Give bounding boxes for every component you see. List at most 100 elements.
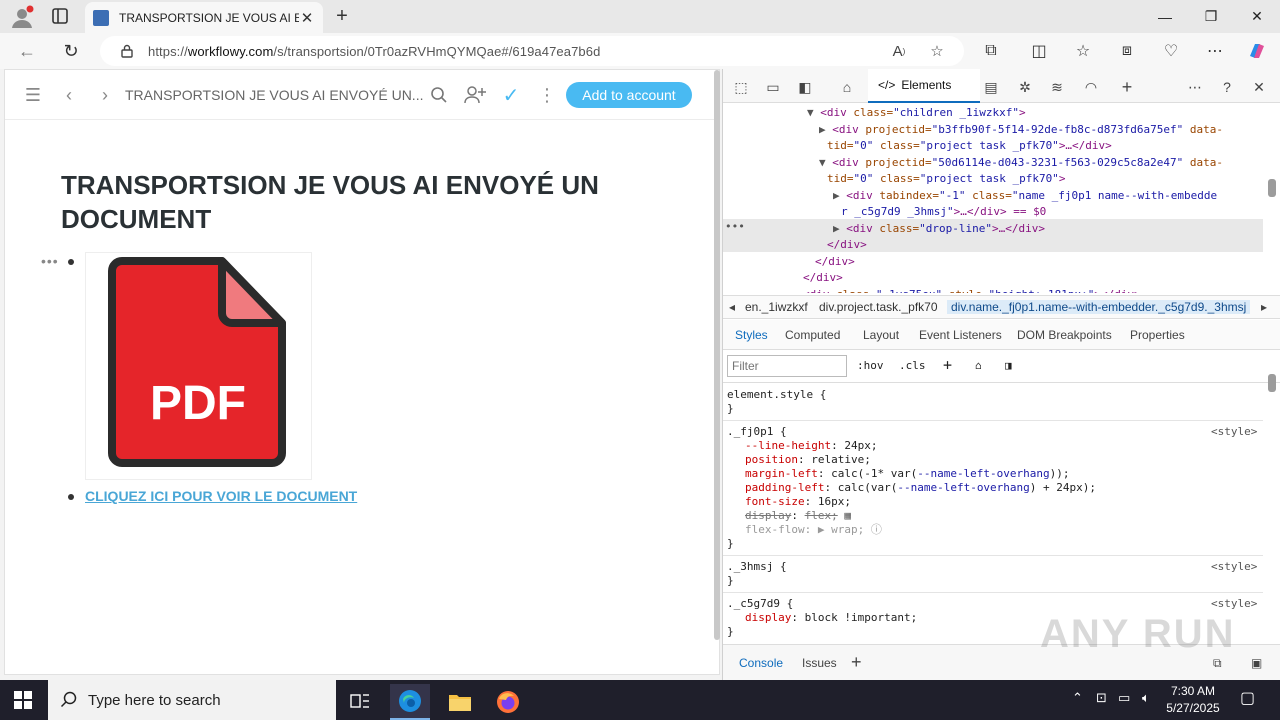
dom-node-line[interactable]: tid="0" class="project task _pfk70">…</d… — [827, 138, 1112, 154]
favorite-star-icon[interactable]: ☆ — [922, 36, 952, 66]
style-decl-inactive[interactable]: flex-flow: ▶ wrap; ⓘ — [745, 523, 882, 537]
taskbar-search-box[interactable]: Type here to search — [48, 680, 336, 720]
drawer-tab-console[interactable]: Console — [739, 656, 783, 670]
extensions-icon[interactable]: ⧉ — [978, 38, 1004, 64]
rule-selector-fj0p1[interactable]: ._fj0p1 {<style> — [727, 425, 1257, 439]
devtools-more-icon[interactable]: ⋯ — [1185, 77, 1205, 97]
browser-essentials-icon[interactable]: ♡ — [1158, 38, 1184, 64]
refresh-icon[interactable]: ↻ — [58, 38, 84, 64]
dom-node-line[interactable]: <div class="_1vs75eu" style="height: 181… — [803, 287, 1141, 294]
styles-filter-input[interactable] — [727, 355, 847, 377]
firefox-icon[interactable] — [488, 684, 528, 720]
breadcrumb[interactable]: TRANSPORTSION JE VOUS AI ENVOYÉ UN... — [125, 87, 423, 103]
subtab-dom-breakpoints[interactable]: DOM Breakpoints — [1017, 328, 1112, 342]
dom-node-line[interactable]: </div> — [827, 237, 867, 253]
bullet-menu-icon[interactable]: ••• — [41, 253, 59, 269]
favorites-icon[interactable]: ☆ — [1070, 38, 1096, 64]
subtab-event-listeners[interactable]: Event Listeners — [919, 328, 1002, 342]
sources-bug-icon[interactable]: ✲ — [1015, 77, 1035, 97]
dom-node-line[interactable]: </div> — [815, 254, 855, 270]
copilot-icon[interactable] — [1244, 38, 1270, 64]
back-icon[interactable]: ← — [14, 38, 40, 64]
hov-toggle[interactable]: :hov — [857, 359, 884, 372]
tab-actions-icon[interactable] — [50, 6, 70, 26]
rule-selector-c5g7d9[interactable]: ._c5g7d9 {<style> — [727, 597, 1257, 611]
tab-close-icon[interactable]: ✕ — [299, 9, 315, 27]
dom-node-line[interactable]: </div> — [803, 270, 843, 286]
notifications-icon[interactable]: ▢ — [1240, 688, 1255, 708]
toggle-sidebar-icon[interactable]: ◨ — [1005, 359, 1012, 372]
style-decl[interactable]: --line-height: 24px; — [745, 439, 877, 453]
welcome-home-icon[interactable]: ⌂ — [837, 77, 857, 97]
styles-pane[interactable]: element.style { } ._fj0p1 {<style> --lin… — [723, 384, 1263, 644]
crumb-item[interactable]: en._1iwzkxf — [745, 300, 808, 314]
dom-node-line[interactable]: ▶ <div projectid="b3ffb90f-5f14-92de-fb8… — [819, 122, 1223, 138]
dom-node-line[interactable]: ▶ <div tabindex="-1" class="name _fj0p1 … — [833, 188, 1217, 204]
checkmark-icon[interactable]: ✓ — [499, 83, 523, 107]
subtab-layout[interactable]: Layout — [863, 328, 899, 342]
dock-side-icon[interactable]: ◧ — [795, 77, 815, 97]
restore-icon[interactable]: ❐ — [1188, 0, 1234, 33]
subtab-computed[interactable]: Computed — [785, 328, 840, 342]
bullet-icon[interactable] — [68, 494, 74, 500]
read-aloud-icon[interactable]: A) — [884, 36, 914, 66]
profile-icon[interactable] — [10, 5, 34, 29]
close-drawer-icon[interactable]: ▣ — [1251, 656, 1262, 670]
undock-drawer-icon[interactable]: ⧉ — [1213, 656, 1222, 671]
close-devtools-icon[interactable]: ✕ — [1249, 77, 1269, 97]
style-decl[interactable]: padding-left: calc(var(--name-left-overh… — [745, 481, 1096, 495]
dom-scrollbar[interactable] — [1268, 179, 1276, 197]
tab-elements[interactable]: </> Elements — [868, 69, 980, 103]
style-decl-overridden[interactable]: display: flex; ▦ — [745, 509, 851, 523]
dom-node-line[interactable]: ▶ <div class="drop-line">…</div> — [833, 221, 1045, 237]
crumb-item[interactable]: div.project.task._pfk70 — [819, 300, 938, 314]
minimize-icon[interactable]: — — [1142, 0, 1188, 33]
network-icon[interactable]: ▭ — [1118, 690, 1130, 706]
more-vertical-icon[interactable]: ⋮ — [535, 83, 559, 107]
tray-overflow-icon[interactable]: ⌃ — [1072, 690, 1083, 706]
browser-tab-active[interactable]: TRANSPORTSION JE VOUS AI ENVOYÉ UN DOCUM… — [85, 2, 323, 33]
styles-scrollbar[interactable] — [1268, 374, 1276, 392]
cls-toggle[interactable]: .cls — [899, 359, 926, 372]
performance-icon[interactable]: ◠ — [1081, 77, 1101, 97]
style-decl[interactable]: position: relative; — [745, 453, 871, 467]
style-decl[interactable]: display: block !important; — [745, 611, 917, 625]
drawer-add-tab-icon[interactable]: + — [851, 652, 862, 673]
file-explorer-icon[interactable] — [440, 684, 480, 720]
flex-editor-icon[interactable]: ▦ — [844, 509, 851, 522]
inspect-element-icon[interactable]: ⬚ — [731, 77, 751, 97]
style-decl[interactable]: font-size: 16px; — [745, 495, 851, 509]
new-style-rule-icon[interactable]: + — [943, 356, 952, 374]
console-panel-icon[interactable]: ▤ — [981, 77, 1001, 97]
add-to-account-button[interactable]: Add to account — [566, 82, 692, 108]
windows-start-icon[interactable] — [14, 691, 32, 709]
info-icon[interactable]: ⓘ — [871, 523, 882, 536]
add-user-icon[interactable] — [463, 83, 487, 107]
tray-device-icon[interactable]: ⊡ — [1096, 690, 1107, 706]
dom-node-line[interactable]: r _c5g7d9 _3hmsj">…</div> == $0 — [841, 204, 1046, 220]
lock-icon[interactable] — [120, 44, 134, 58]
dom-node-line[interactable]: ▼ <div projectid="50d6114e-d043-3231-f56… — [819, 155, 1223, 171]
dom-node-line[interactable]: tid="0" class="project task _pfk70"> — [827, 171, 1065, 187]
device-emulation-icon[interactable]: ▭ — [763, 77, 783, 97]
close-window-icon[interactable]: ✕ — [1234, 0, 1280, 33]
volume-icon[interactable]: 🔈︎ — [1142, 690, 1150, 706]
subtab-properties[interactable]: Properties — [1130, 328, 1185, 342]
back-chevron-icon[interactable]: ‹ — [57, 83, 81, 107]
edge-taskbar-icon[interactable] — [390, 684, 430, 720]
address-bar[interactable]: https://workflowy.com/s/transportsion/0T… — [100, 36, 964, 66]
drawer-tab-issues[interactable]: Issues — [802, 656, 837, 670]
node-ellipsis-icon[interactable]: ••• — [725, 220, 745, 233]
style-decl[interactable]: margin-left: calc(-1* var(--name-left-ov… — [745, 467, 1070, 481]
view-document-link[interactable]: CLIQUEZ ICI POUR VOIR LE DOCUMENT — [85, 488, 357, 504]
page-scrollbar[interactable] — [714, 70, 720, 640]
search-icon[interactable] — [427, 83, 451, 107]
rule-selector-3hmsj[interactable]: ._3hmsj {<style> — [727, 560, 1257, 574]
settings-more-icon[interactable]: ⋯ — [1202, 38, 1228, 64]
dom-tree[interactable]: ▼ <div class="children _1iwzkxf"> ▶ <div … — [723, 103, 1263, 293]
network-wifi-icon[interactable]: ≋ — [1047, 77, 1067, 97]
subtab-styles[interactable]: Styles — [735, 328, 768, 342]
forward-chevron-icon[interactable]: › — [93, 83, 117, 107]
split-screen-icon[interactable]: ◫ — [1026, 38, 1052, 64]
collections-icon[interactable]: ⧈ — [1114, 38, 1140, 64]
